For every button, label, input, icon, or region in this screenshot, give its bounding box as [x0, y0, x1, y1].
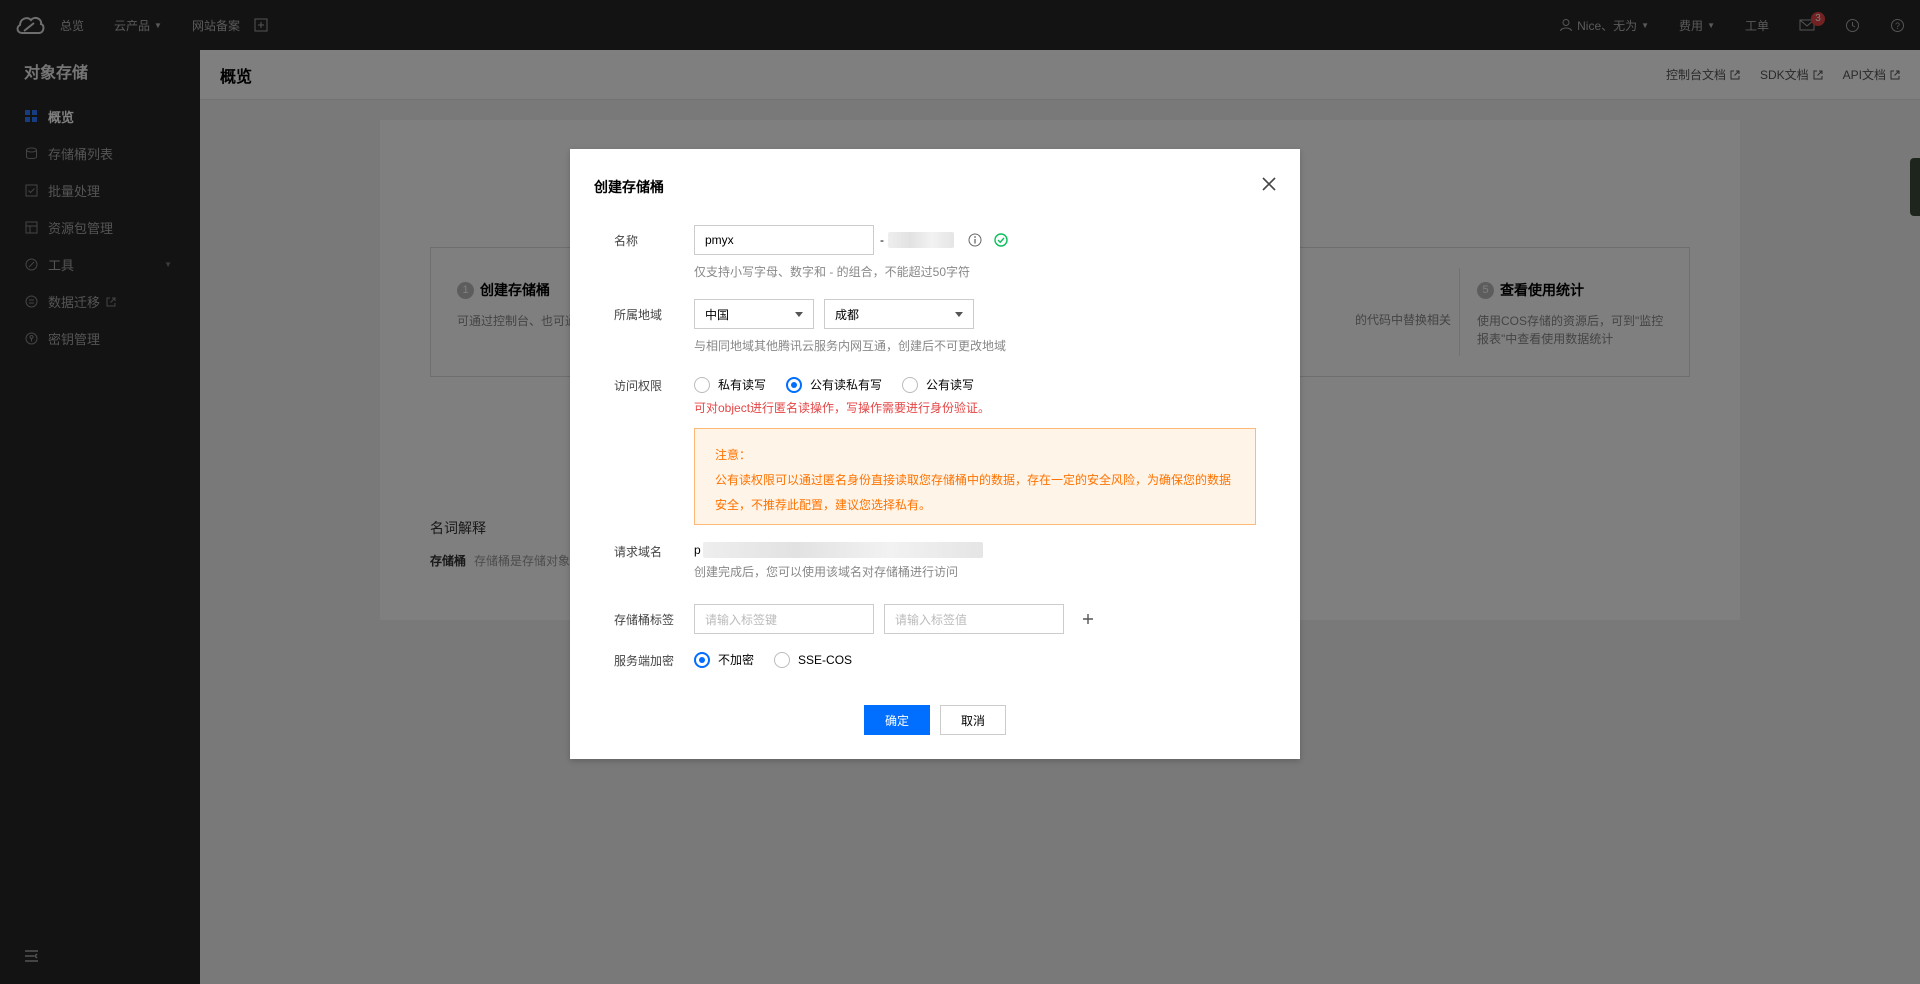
cancel-button[interactable]: 取消	[940, 705, 1006, 735]
region-hint: 与相同地域其他腾讯云服务内网互通，创建后不可更改地域	[694, 339, 1007, 353]
radio-label: 公有读写	[926, 378, 975, 392]
chevron-down-icon	[955, 312, 963, 317]
bucket-name-input[interactable]: pmyx	[694, 225, 874, 255]
name-hint: 仅支持小写字母、数字和 - 的组合，不能超过50字符	[694, 265, 971, 279]
chevron-down-icon	[795, 312, 803, 317]
access-label: 访问权限	[614, 379, 663, 393]
radio-circle	[694, 376, 710, 393]
domain-prefix: p	[694, 543, 701, 557]
cancel-label: 取消	[960, 713, 985, 728]
dialog-title: 创建存储桶	[594, 179, 664, 195]
tag-key-placeholder: 请输入标签键	[705, 612, 778, 627]
city-select[interactable]: 成都	[824, 299, 974, 329]
radio-label: 不加密	[718, 653, 755, 667]
tag-value-input[interactable]: 请输入标签值	[884, 604, 1064, 634]
country-select[interactable]: 中国	[694, 299, 814, 329]
radio-label: 公有读私有写	[810, 378, 883, 392]
city-value: 成都	[835, 307, 860, 322]
access-private-radio[interactable]: 私有读写	[694, 376, 766, 393]
radio-circle-checked	[786, 376, 803, 393]
domain-blurred	[702, 542, 983, 558]
name-label: 名称	[614, 234, 639, 248]
radio-circle	[902, 376, 919, 393]
confirm-button[interactable]: 确定	[864, 705, 930, 735]
radio-circle	[774, 651, 791, 668]
tags-label: 存储桶标签	[614, 613, 675, 627]
notice-title: 注意：	[715, 448, 752, 462]
domain-label: 请求域名	[614, 545, 663, 559]
tag-value-placeholder: 请输入标签值	[895, 612, 968, 627]
access-warning: 可对object进行匿名读操作，写操作需要进行身份验证。	[694, 401, 991, 415]
create-bucket-dialog: 创建存储桶 名称 pmyx - 仅支持小写字母、数字和 - 的组合，不能超过50…	[570, 149, 1300, 759]
check-circle-icon	[994, 233, 1008, 247]
appid-blurred	[888, 232, 954, 248]
tag-key-input[interactable]: 请输入标签键	[694, 604, 874, 634]
radio-circle-checked	[694, 651, 710, 668]
access-notice: 注意： 公有读权限可以通过匿名身份直接读取您存储桶中的数据，存在一定的安全风险，…	[694, 428, 1256, 525]
country-value: 中国	[705, 307, 730, 322]
domain-hint: 创建完成后，您可以使用该域名对存储桶进行访问	[694, 565, 959, 579]
encryption-label: 服务端加密	[614, 654, 675, 668]
access-public-rw-radio[interactable]: 公有读写	[902, 376, 974, 393]
confirm-label: 确定	[884, 713, 909, 728]
radio-label: SSE-COS	[798, 652, 853, 667]
add-icon[interactable]	[1082, 613, 1094, 625]
bucket-name-value: pmyx	[705, 233, 734, 247]
encryption-none-radio[interactable]: 不加密	[694, 651, 754, 668]
region-label: 所属地域	[614, 308, 663, 322]
notice-body: 公有读权限可以通过匿名身份直接读取您存储桶中的数据，存在一定的安全风险，为确保您…	[715, 473, 1232, 512]
encryption-sse-cos-radio[interactable]: SSE-COS	[774, 651, 853, 668]
close-icon[interactable]	[1262, 177, 1278, 193]
info-icon[interactable]	[968, 233, 982, 247]
name-suffix: -	[880, 233, 884, 247]
access-public-read-radio[interactable]: 公有读私有写	[786, 376, 882, 393]
radio-label: 私有读写	[718, 378, 767, 392]
